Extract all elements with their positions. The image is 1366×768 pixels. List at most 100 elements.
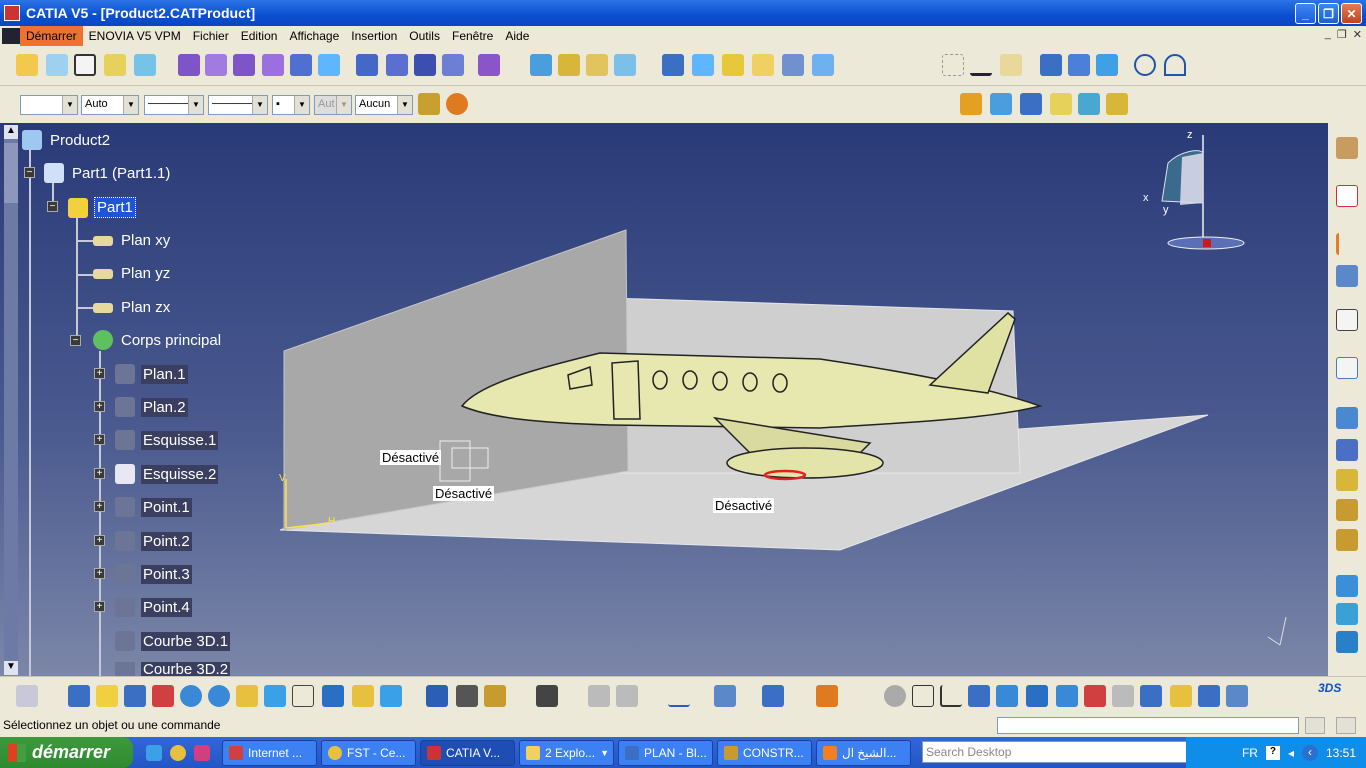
- layer-select[interactable]: Aucun ▼: [355, 95, 413, 115]
- revolve-icon[interactable]: [558, 54, 580, 76]
- minimize-button[interactable]: _: [1295, 3, 1316, 24]
- tray-arrow-icon[interactable]: ‹: [1301, 744, 1318, 761]
- zoom-out-icon[interactable]: [208, 685, 230, 707]
- menu-fenetre[interactable]: Fenêtre: [446, 26, 499, 46]
- fly-mode-icon[interactable]: [68, 685, 90, 707]
- transform-icon[interactable]: [812, 54, 834, 76]
- close-button[interactable]: ✕: [1341, 3, 1362, 24]
- point-tool-icon[interactable]: [942, 54, 964, 76]
- collapse-part1-instance[interactable]: −: [24, 167, 35, 178]
- solid-icon[interactable]: [356, 54, 378, 76]
- analysis3-icon[interactable]: [1020, 93, 1042, 115]
- iso-view-icon[interactable]: [292, 685, 314, 707]
- expand-point4[interactable]: +: [94, 601, 105, 612]
- analysis5-icon[interactable]: [1078, 93, 1100, 115]
- task-explorer[interactable]: 2 Explo... ▼: [519, 740, 614, 766]
- help-icon[interactable]: ?: [1265, 745, 1280, 760]
- pan-icon[interactable]: [124, 685, 146, 707]
- stack-icon[interactable]: [1336, 499, 1358, 521]
- rib-icon[interactable]: [318, 54, 340, 76]
- quicklaunch-chrome-icon[interactable]: [170, 745, 186, 761]
- table2-icon[interactable]: [616, 685, 638, 707]
- collapse-part1[interactable]: −: [47, 201, 58, 212]
- tree-plan-1[interactable]: Plan.1: [115, 364, 188, 384]
- grid-view-icon[interactable]: [996, 685, 1018, 707]
- painter-icon[interactable]: [418, 93, 440, 115]
- surface2-icon[interactable]: [1068, 54, 1090, 76]
- sketch-icon[interactable]: [16, 54, 38, 76]
- curve-analysis-icon[interactable]: [1336, 357, 1358, 379]
- tree-plan-xy[interactable]: Plan xy: [93, 231, 172, 250]
- fillet-icon[interactable]: [752, 54, 774, 76]
- menu-outils[interactable]: Outils: [403, 26, 446, 46]
- catalog2-icon[interactable]: [714, 685, 736, 707]
- menu-app-icon[interactable]: [2, 28, 20, 44]
- factory-icon[interactable]: [1336, 529, 1358, 551]
- search-tool-icon[interactable]: [1170, 685, 1192, 707]
- 3d-viewport[interactable]: V H z x y Désactivé Désactivé Désactivé: [0, 123, 1328, 676]
- menu-enovia[interactable]: ENOVIA V5 VPM: [83, 26, 187, 46]
- pocket-icon[interactable]: [205, 54, 227, 76]
- menu-edition[interactable]: Edition: [235, 26, 284, 46]
- line-type-select[interactable]: ────── ▼: [208, 95, 268, 115]
- volume-icon[interactable]: ◂: [1288, 746, 1294, 760]
- rendering-select[interactable]: Aut ▼: [314, 95, 352, 115]
- boolean4-icon[interactable]: [1336, 631, 1358, 653]
- expand-point3[interactable]: +: [94, 568, 105, 579]
- blend-icon[interactable]: [722, 54, 744, 76]
- surface3-icon[interactable]: [1096, 54, 1118, 76]
- tree-scrollbar[interactable]: ▲ ▼: [4, 125, 18, 675]
- spline-icon[interactable]: [104, 54, 126, 76]
- extrude-icon[interactable]: [530, 54, 552, 76]
- expand-sketch2[interactable]: +: [94, 468, 105, 479]
- boolean-icon[interactable]: [478, 54, 500, 76]
- menu-aide[interactable]: Aide: [499, 26, 535, 46]
- tree-courbe-3d-1[interactable]: Courbe 3D.1: [115, 631, 231, 651]
- axis-system-icon[interactable]: [940, 685, 962, 707]
- abc-icon[interactable]: [668, 685, 690, 707]
- rotate-view-icon[interactable]: [152, 685, 174, 707]
- expand-point2[interactable]: +: [94, 535, 105, 546]
- hand-icon[interactable]: [912, 685, 934, 707]
- solid2-icon[interactable]: [386, 54, 408, 76]
- tree-plan-2[interactable]: Plan.2: [115, 397, 188, 417]
- cube-icon[interactable]: [1056, 685, 1078, 707]
- clock[interactable]: 13:51: [1326, 746, 1356, 760]
- tree-courbe-3d-2[interactable]: Courbe 3D.2: [115, 662, 231, 676]
- tree-point-2[interactable]: Point.2: [115, 531, 192, 551]
- sketcher-icon[interactable]: [1336, 309, 1358, 331]
- line-thickness-select[interactable]: ────── ▼: [144, 95, 204, 115]
- boolean3-icon[interactable]: [1336, 603, 1358, 625]
- measure-icon[interactable]: [1336, 265, 1358, 287]
- menu-demarrer[interactable]: Démarrer: [20, 26, 83, 46]
- sweep-icon[interactable]: [586, 54, 608, 76]
- tree-plan-yz[interactable]: Plan yz: [93, 264, 172, 283]
- update-icon[interactable]: [16, 685, 38, 707]
- pattern-icon[interactable]: [662, 54, 684, 76]
- color-select[interactable]: ▼: [20, 95, 78, 115]
- fit-all-icon[interactable]: [96, 685, 118, 707]
- boolean2-icon[interactable]: [1336, 575, 1358, 597]
- grid-icon[interactable]: [1336, 439, 1358, 461]
- desktop-search-input[interactable]: Search Desktop: [922, 741, 1192, 763]
- point-icon[interactable]: [46, 54, 68, 76]
- groove-icon[interactable]: [262, 54, 284, 76]
- line-tool-icon[interactable]: [970, 54, 992, 76]
- doc-restore-button[interactable]: ❐: [1337, 28, 1347, 41]
- doc-close-button[interactable]: ✕: [1353, 28, 1362, 41]
- translate-icon[interactable]: [782, 54, 804, 76]
- zoom-in-icon[interactable]: [180, 685, 202, 707]
- expand-point1[interactable]: +: [94, 501, 105, 512]
- start-button[interactable]: démarrer: [0, 737, 133, 768]
- compass[interactable]: [1161, 135, 1245, 250]
- tree-corps-principal[interactable]: Corps principal: [93, 330, 223, 350]
- normal-view-icon[interactable]: [236, 685, 258, 707]
- select-arrow-icon[interactable]: [1336, 233, 1358, 255]
- task-constr[interactable]: CONSTR...: [717, 740, 812, 766]
- restore-button[interactable]: ❐: [1318, 3, 1339, 24]
- transparency-select[interactable]: Auto ▼: [81, 95, 139, 115]
- quicklaunch-media-icon[interactable]: [194, 745, 210, 761]
- status-button-1[interactable]: [1305, 717, 1325, 734]
- task-fst[interactable]: FST - Ce...: [321, 740, 416, 766]
- command-input[interactable]: [997, 717, 1299, 734]
